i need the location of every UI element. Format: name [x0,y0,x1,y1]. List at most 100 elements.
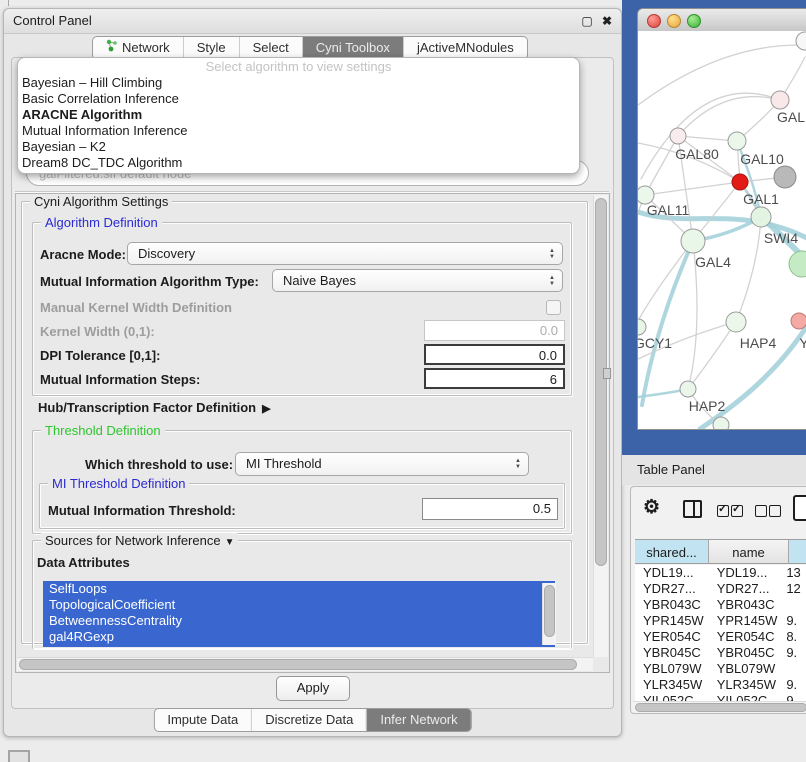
table-row[interactable]: YDL19...YDL19...13 [635,565,806,581]
network-node-gcy1[interactable] [638,319,646,335]
algorithm-option[interactable]: ARACNE Algorithm [18,107,579,123]
attribute-list-item[interactable]: SelfLoops [43,581,555,597]
table-row[interactable]: YER054CYER054C8. [635,629,806,645]
table-cell: YLR345W [707,677,785,693]
table-horizontal-scrollbar[interactable] [633,701,806,713]
table-row[interactable]: YLR345WYLR345W9. [635,677,806,693]
network-edge[interactable] [688,322,736,389]
table-row[interactable]: YPR145WYPR145W9. [635,613,806,629]
network-node-swi4[interactable] [751,207,771,227]
threshold-definition-group: Threshold Definition Which threshold to … [32,430,572,534]
mi-steps-field[interactable]: 6 [424,368,565,389]
table-row[interactable]: YBL079WYBL079W [635,661,806,677]
gear-icon[interactable]: ⚙ [643,496,660,519]
data-attributes-list[interactable]: SelfLoopsTopologicalCoefficientBetweenne… [43,581,555,647]
which-threshold-label: Which threshold to use: [85,457,233,472]
network-node-gal80[interactable] [670,128,686,144]
attributes-list-scrollbar[interactable] [542,583,556,645]
manual-kernel-checkbox[interactable] [546,300,561,315]
select-all-columns-icon[interactable] [717,502,745,517]
combo-stepper-icon [546,270,558,291]
network-edge[interactable] [736,217,761,322]
column-header-name[interactable]: name [709,539,789,564]
column-header-cut[interactable] [789,539,806,564]
network-node-gal10[interactable] [728,132,746,150]
columns-icon[interactable] [683,500,702,518]
attribute-list-item[interactable]: gal4RGexp [43,629,555,645]
mi-type-combobox[interactable]: Naive Bayes [272,269,563,292]
attributes-scrollbar-thumb[interactable] [544,585,555,637]
network-node-gal4[interactable] [681,229,705,253]
network-node[interactable] [796,32,806,50]
settings-vscrollbar-thumb[interactable] [595,198,607,566]
close-window-icon[interactable]: ✖ [599,13,615,29]
close-traffic-light-icon[interactable] [647,14,661,28]
network-node-label: GAL4 [695,254,731,270]
table-cell: YBL079W [635,661,707,677]
table-cell: YDR27... [635,581,707,597]
network-edge[interactable] [642,241,693,405]
zoom-traffic-light-icon[interactable] [687,14,701,28]
tab-jactivemnodules[interactable]: jActiveMNodules [403,37,527,59]
dpi-tolerance-field[interactable]: 0.0 [424,344,565,365]
network-node-hap4[interactable] [726,312,746,332]
network-node-y[interactable] [791,313,806,329]
attribute-list-item[interactable]: TopologicalCoefficient [43,597,555,613]
network-node[interactable] [789,251,806,277]
settings-hscrollbar-thumb[interactable] [19,659,577,670]
table-row[interactable]: YIL052CYIL052C9 [635,693,806,701]
table-row[interactable]: YDR27...YDR27...12 [635,581,806,597]
table-cell: 13 [784,565,806,581]
control-panel-titlebar[interactable]: Control Panel [4,9,621,34]
tab-label: Cyni Toolbox [316,37,390,59]
network-node[interactable] [774,166,796,188]
control-panel-title: Control Panel [13,13,92,28]
table-cell: YBR045C [707,645,785,661]
docked-panel-icon[interactable] [8,750,30,762]
screen: Control Panel ▢ ✖ NetworkStyleSelect Cyni… [0,0,806,762]
tab-style[interactable]: Style [183,37,239,59]
network-node[interactable] [713,417,729,429]
network-node-gal[interactable] [771,91,789,109]
deselect-all-columns-icon[interactable] [755,502,783,517]
table-row[interactable]: YBR045CYBR045C9. [635,645,806,661]
sources-group-title[interactable]: Sources for Network Inference [41,533,238,550]
split-pane-handle[interactable] [603,368,611,379]
tab-network[interactable]: Network [93,37,183,59]
top-tick [8,0,9,6]
function-builder-icon[interactable] [793,495,806,521]
attribute-list-item[interactable]: BetweennessCentrality [43,613,555,629]
network-canvas[interactable]: GALGAL80GAL10GAL1GAL11SWI4GAL4GCY1HAP4YH… [638,31,806,429]
which-threshold-combobox[interactable]: MI Threshold [235,452,529,476]
tab-impute-data[interactable]: Impute Data [154,709,251,731]
algorithm-option[interactable]: Basic Correlation Inference [18,91,579,107]
network-node-label: SWI4 [764,230,798,246]
tab-cyni-toolbox[interactable]: Cyni Toolbox [302,37,403,59]
settings-horizontal-scrollbar[interactable] [17,657,593,671]
settings-vertical-scrollbar[interactable] [593,195,608,657]
tab-infer-network[interactable]: Infer Network [366,709,470,731]
network-node-hap2[interactable] [680,381,696,397]
network-view-window[interactable]: GALGAL80GAL10GAL1GAL11SWI4GAL4GCY1HAP4YH… [637,8,806,430]
apply-button[interactable]: Apply [276,676,350,701]
network-edge[interactable] [645,182,740,195]
network-node-gal1[interactable] [732,174,748,190]
network-window-titlebar[interactable] [638,9,806,32]
column-header-shared[interactable]: shared... [635,539,709,564]
table-hscrollbar-thumb[interactable] [635,703,806,712]
mi-threshold-field[interactable]: 0.5 [422,498,558,520]
kernel-width-field[interactable]: 0.0 [424,320,565,341]
algorithm-option[interactable]: Bayesian – K2 [18,139,579,155]
network-node-label: HAP2 [689,398,726,414]
tab-select[interactable]: Select [239,37,302,59]
float-window-icon[interactable]: ▢ [579,13,595,29]
algorithm-option[interactable]: Bayesian – Hill Climbing [18,75,579,91]
hub-definition-toggle[interactable]: Hub/Transcription Factor Definition [38,400,271,415]
aracne-mode-combobox[interactable]: Discovery [127,242,563,265]
algorithm-option[interactable]: Mutual Information Inference [18,123,579,139]
minimize-traffic-light-icon[interactable] [667,14,681,28]
algorithm-option[interactable]: Dream8 DC_TDC Algorithm [18,155,579,171]
table-row[interactable]: YBR043CYBR043C [635,597,806,613]
tab-discretize-data[interactable]: Discretize Data [251,709,366,731]
table-cell: YIL052C [635,693,707,701]
